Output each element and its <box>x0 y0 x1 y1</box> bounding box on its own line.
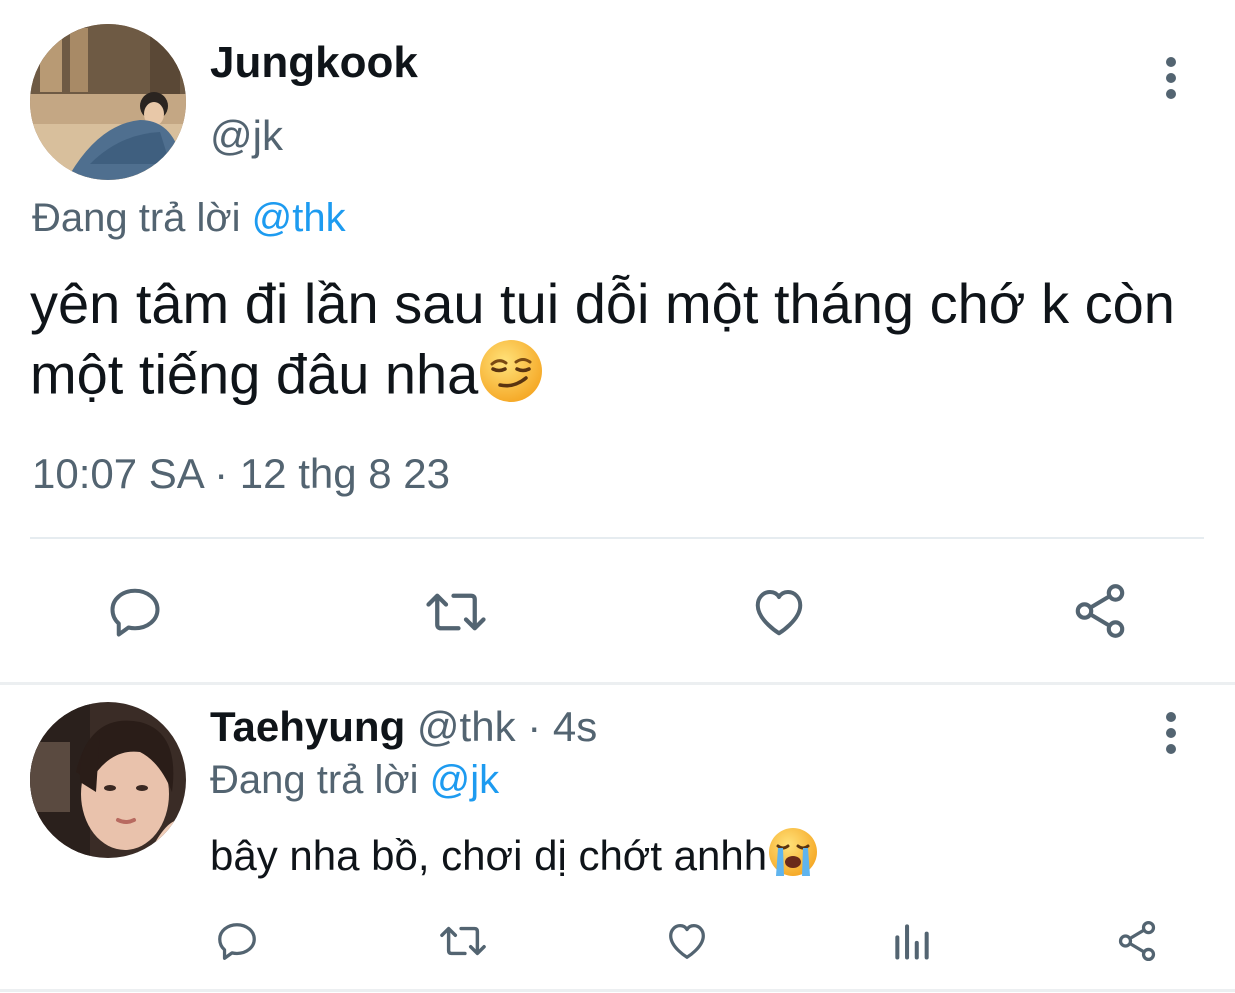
reply-icon <box>110 588 160 637</box>
avatar-taehyung[interactable] <box>30 702 186 858</box>
share-icon <box>1075 584 1125 638</box>
divider <box>30 537 1204 539</box>
tweet-time-ago[interactable]: · 4s <box>527 703 597 750</box>
reply-button[interactable] <box>214 918 260 964</box>
share-icon <box>1118 920 1156 962</box>
avatar-jungkook[interactable] <box>30 24 186 180</box>
author-display-name[interactable]: Jungkook <box>210 38 418 88</box>
author-display-name[interactable]: Taehyung <box>210 703 405 750</box>
retweet-button[interactable] <box>436 918 490 964</box>
reply-icon <box>218 923 256 960</box>
tweet-text-content: yên tâm đi lần sau tui dỗi một tháng chớ… <box>30 272 1175 406</box>
tweet-timestamp[interactable]: 10:07 SA · 12 thg 8 23 <box>32 450 450 498</box>
stats-button[interactable] <box>890 918 934 964</box>
replying-to-mention[interactable]: @thk <box>252 196 346 240</box>
tweet-text: yên tâm đi lần sau tui dỗi một tháng chớ… <box>30 270 1180 419</box>
more-options-icon[interactable] <box>1164 712 1178 754</box>
share-button[interactable] <box>1068 580 1132 642</box>
reply-header: Taehyung @thk · 4s <box>210 703 597 751</box>
reply-button[interactable] <box>104 582 166 642</box>
author-handle[interactable]: @thk <box>417 703 516 750</box>
stats-icon <box>895 924 929 960</box>
smirking-face-emoji <box>478 338 544 419</box>
retweet-icon <box>426 593 486 631</box>
like-button[interactable] <box>748 582 810 642</box>
replying-prefix: Đang trả lời <box>32 196 241 240</box>
more-options-icon[interactable] <box>1164 57 1178 99</box>
avatar-photo <box>30 702 186 858</box>
author-handle[interactable]: @jk <box>210 112 283 160</box>
tweet-separator <box>0 682 1235 685</box>
like-icon <box>669 924 705 959</box>
like-icon <box>755 590 803 636</box>
like-button[interactable] <box>664 918 710 964</box>
retweet-button[interactable] <box>420 582 492 642</box>
retweet-icon <box>440 926 486 956</box>
share-button[interactable] <box>1114 918 1160 964</box>
tweet-separator <box>0 989 1235 992</box>
avatar-photo <box>30 24 186 180</box>
replying-prefix: Đang trả lời <box>210 758 419 802</box>
replying-to-line: Đang trả lời @thk <box>32 196 346 241</box>
loudly-crying-face-emoji <box>767 826 819 892</box>
reply-text: bây nha bồ, chơi dị chớt anhh <box>210 826 819 892</box>
reply-text-content: bây nha bồ, chơi dị chớt anhh <box>210 832 768 880</box>
replying-to-line: Đang trả lời @jk <box>210 758 499 803</box>
replying-to-mention[interactable]: @jk <box>430 758 500 802</box>
